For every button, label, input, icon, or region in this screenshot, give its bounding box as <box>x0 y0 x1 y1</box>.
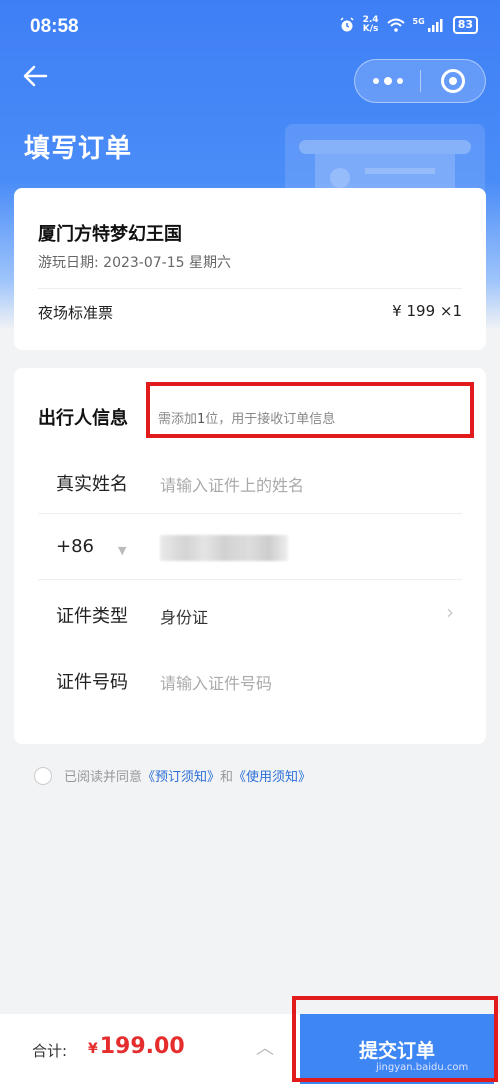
back-button[interactable] <box>18 58 54 94</box>
signal-icon <box>427 19 443 32</box>
currency-symbol: ¥ <box>88 1041 98 1057</box>
arrow-left-icon <box>23 65 48 87</box>
battery-icon: 83 <box>452 16 478 34</box>
divider <box>38 288 462 289</box>
ticket-machine-illustration <box>285 124 485 198</box>
agreement-prefix: 已阅读并同意 <box>64 770 143 785</box>
agreement-text: 已阅读并同意《预订须知》和《使用须知》 <box>64 766 311 785</box>
target-close-icon <box>440 69 465 93</box>
status-bar: 08:58 2.4 K/s 5G 83 <box>0 0 500 56</box>
agreement-and: 和 <box>220 770 234 785</box>
ticket-price: ¥ 199 ×1 <box>392 302 462 320</box>
more-dot <box>372 78 379 84</box>
usage-notice-link[interactable]: 《使用须知》 <box>233 770 311 785</box>
park-name: 厦门方特梦幻王国 <box>38 224 182 245</box>
phone-field[interactable]: +86 ▼ <box>38 514 462 580</box>
status-icons: 2.4 K/s 5G 83 <box>339 16 478 34</box>
more-button[interactable] <box>355 59 420 103</box>
agreement-row: 已阅读并同意《预订须知》和《使用须知》 <box>34 766 311 785</box>
more-dot <box>383 77 392 85</box>
net-speed: 2.4 K/s <box>363 16 379 34</box>
real-name-input[interactable]: 请输入证件上的姓名 <box>160 472 304 496</box>
field-label: 真实姓名 <box>56 474 128 495</box>
id-number-input[interactable]: 请输入证件号码 <box>160 670 272 694</box>
total-amount: ¥199.00 <box>88 1034 185 1059</box>
chevron-down-icon[interactable]: ▼ <box>118 544 126 557</box>
status-time: 08:58 <box>30 16 79 37</box>
close-button[interactable] <box>421 59 485 103</box>
total-label: 合计: <box>32 1042 68 1060</box>
alarm-icon <box>340 17 354 32</box>
field-label: 证件号码 <box>56 672 128 693</box>
page-title: 填写订单 <box>24 134 133 164</box>
booking-notice-link[interactable]: 《预订须知》 <box>142 770 220 785</box>
field-label: 证件类型 <box>56 606 128 627</box>
agree-checkbox[interactable] <box>34 766 52 785</box>
wifi-icon <box>386 18 405 32</box>
visit-date: 游玩日期: 2023-07-15 星期六 <box>38 255 231 271</box>
mini-program-capsule <box>354 59 486 103</box>
id-type-value[interactable]: 身份证 <box>160 604 208 628</box>
section-title: 出行人信息 <box>38 408 128 429</box>
chevron-right-icon: › <box>446 600 454 624</box>
watermark: jingyan.baidu.com <box>376 1062 469 1073</box>
order-summary-card: 厦门方特梦幻王国 游玩日期: 2023-07-15 星期六 夜场标准票 ¥ 19… <box>14 188 486 350</box>
highlight-box <box>146 382 474 438</box>
phone-input[interactable] <box>160 535 288 561</box>
real-name-field[interactable]: 真实姓名 请输入证件上的姓名 <box>38 448 462 514</box>
id-type-field[interactable]: 证件类型 身份证 › <box>38 580 462 646</box>
net-speed-unit: K/s <box>362 24 379 34</box>
country-code[interactable]: +86 <box>56 536 94 557</box>
total-value: 199.00 <box>99 1034 185 1059</box>
id-number-field[interactable]: 证件号码 请输入证件号码 <box>38 646 462 712</box>
chevron-up-icon[interactable]: ︿ <box>256 1034 274 1060</box>
network-type-label: 5G <box>412 16 425 26</box>
ticket-name: 夜场标准票 <box>38 304 114 322</box>
more-dot <box>396 78 403 84</box>
